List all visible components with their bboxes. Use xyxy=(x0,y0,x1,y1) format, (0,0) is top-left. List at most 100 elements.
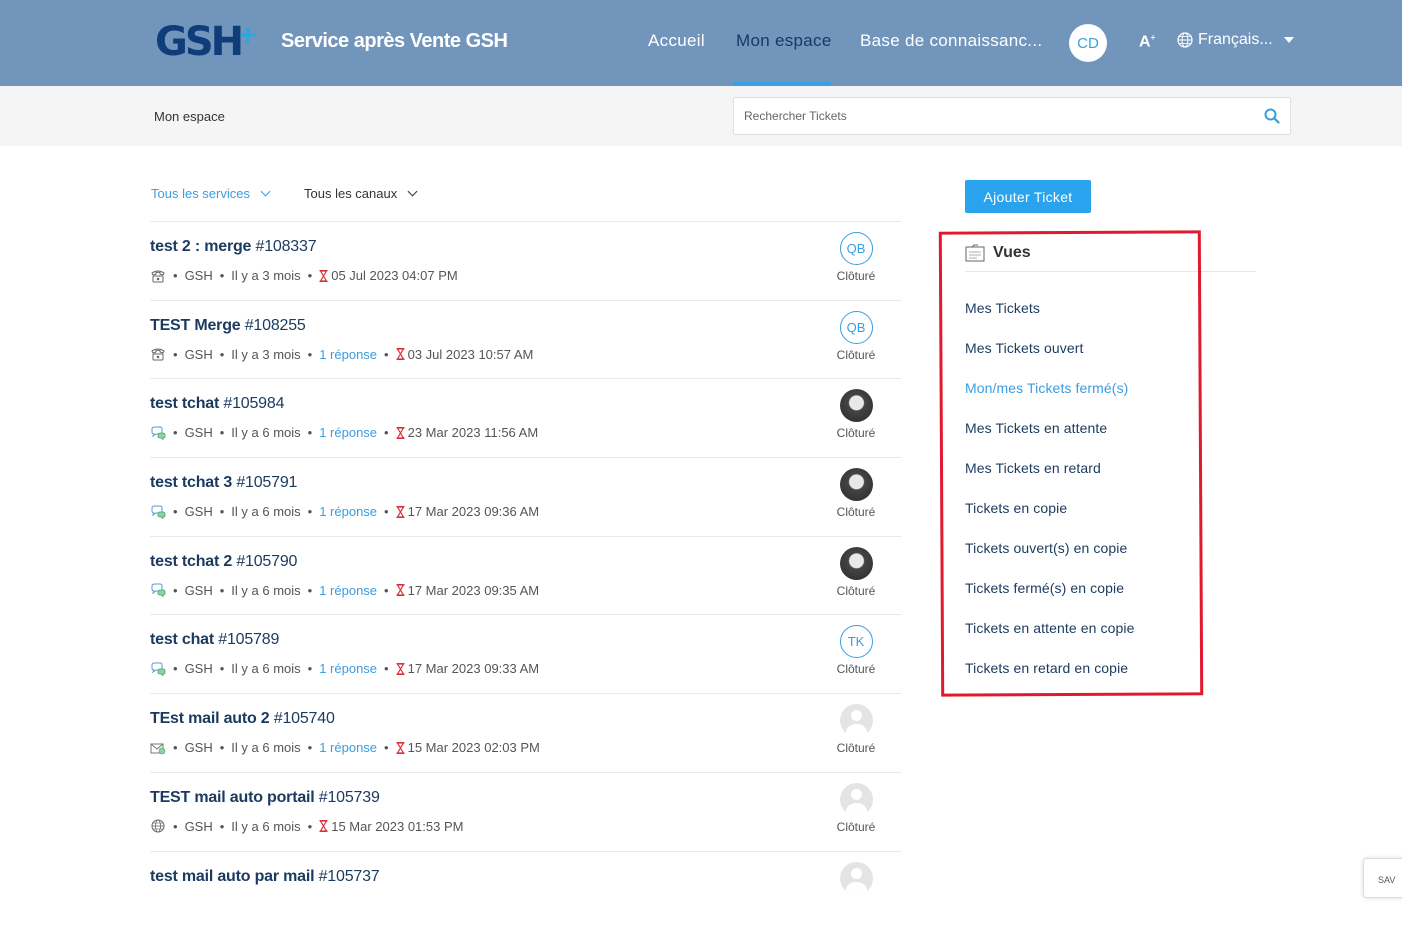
search-input[interactable] xyxy=(734,98,1234,134)
ticket-row[interactable]: TEst mail auto 2 #105740•GSH•Il y a 6 mo… xyxy=(150,693,901,772)
view-link[interactable]: Mes Tickets xyxy=(965,300,1040,316)
view-link[interactable]: Tickets en retard en copie xyxy=(965,660,1128,676)
ticket-title-link[interactable]: TEST mail auto portail #105739 xyxy=(150,789,380,807)
search-icon[interactable] xyxy=(1264,108,1280,124)
ticket-due-date: 03 Jul 2023 10:57 AM xyxy=(396,347,534,362)
ticket-due-text: 03 Jul 2023 10:57 AM xyxy=(408,347,534,362)
ticket-status: Clôturé xyxy=(834,547,878,598)
status-label: Clôturé xyxy=(834,662,878,676)
view-link[interactable]: Mon/mes Tickets fermé(s) xyxy=(965,380,1128,396)
ticket-row[interactable]: test tchat 2 #105790•GSH•Il y a 6 mois•1… xyxy=(150,536,901,615)
ticket-number: #105984 xyxy=(223,395,284,412)
view-link[interactable]: Mes Tickets ouvert xyxy=(965,340,1084,356)
ticket-replies-link[interactable]: 1 réponse xyxy=(319,740,377,755)
corner-widget-label: SAV xyxy=(1378,875,1395,885)
ticket-row[interactable]: test tchat 3 #105791•GSH•Il y a 6 mois•1… xyxy=(150,457,901,536)
ticket-row[interactable]: test 2 : merge #108337•GSH•Il y a 3 mois… xyxy=(150,221,901,300)
view-link[interactable]: Mes Tickets en attente xyxy=(965,420,1107,436)
ticket-due-date: 15 Mar 2023 02:03 PM xyxy=(396,740,540,755)
ticket-row[interactable]: test tchat #105984•GSH•Il y a 6 mois•1 r… xyxy=(150,378,901,457)
view-link[interactable]: Tickets fermé(s) en copie xyxy=(965,580,1124,596)
ticket-replies-link[interactable]: 1 réponse xyxy=(319,661,377,676)
ticket-number: #105739 xyxy=(319,789,380,806)
ticket-replies-link[interactable]: 1 réponse xyxy=(319,347,377,362)
nav-accueil[interactable]: Accueil xyxy=(648,31,705,51)
ticket-replies-link[interactable]: 1 réponse xyxy=(319,583,377,598)
ticket-department: GSH xyxy=(185,740,213,755)
ticket-title: TEST Merge xyxy=(150,317,240,334)
ticket-status: Clôturé xyxy=(834,704,878,755)
assignee-avatar[interactable]: QB xyxy=(840,232,873,265)
ticket-department: GSH xyxy=(185,819,213,834)
ticket-row[interactable]: test chat #105789 •GSH•Il y a 6 mois•1 ré… xyxy=(150,614,901,693)
assignee-avatar[interactable] xyxy=(840,468,873,501)
gsh-logo[interactable]: GSH + xyxy=(155,20,257,64)
ticket-row[interactable]: test mail auto par mail #105737 xyxy=(150,851,901,929)
assignee-avatar[interactable] xyxy=(840,862,873,895)
view-link[interactable]: Tickets en copie xyxy=(965,500,1067,516)
ticket-department: GSH xyxy=(185,583,213,598)
view-link[interactable]: Tickets ouvert(s) en copie xyxy=(965,540,1127,556)
corner-widget[interactable]: SAV xyxy=(1363,858,1402,898)
ticket-title-link[interactable]: test tchat #105984 xyxy=(150,395,284,413)
assignee-avatar[interactable]: TK xyxy=(840,625,873,658)
nav-base-connaissance[interactable]: Base de connaissanc... xyxy=(860,31,1042,51)
ticket-list: test 2 : merge #108337•GSH•Il y a 3 mois… xyxy=(150,221,901,929)
ticket-department: GSH xyxy=(185,347,213,362)
view-link[interactable]: Mes Tickets en retard xyxy=(965,460,1101,476)
ticket-number: #108255 xyxy=(245,317,306,334)
web-icon xyxy=(150,819,166,833)
assignee-avatar[interactable]: QB xyxy=(840,311,873,344)
ticket-replies-link[interactable]: 1 réponse xyxy=(319,504,377,519)
ticket-age: Il y a 3 mois xyxy=(231,347,300,362)
document-icon xyxy=(965,244,985,262)
chat-icon xyxy=(150,505,166,519)
status-label: Clôturé xyxy=(834,348,878,362)
ticket-due-text: 17 Mar 2023 09:36 AM xyxy=(408,504,540,519)
caret-down-icon xyxy=(1284,37,1294,43)
ticket-title-link[interactable]: test mail auto par mail #105737 xyxy=(150,868,379,886)
ticket-number: #108337 xyxy=(256,238,317,255)
ticket-title-link[interactable]: test tchat 2 #105790 xyxy=(150,553,297,571)
view-link[interactable]: Tickets en attente en copie xyxy=(965,620,1135,636)
channels-filter[interactable]: Tous les canaux xyxy=(304,186,416,201)
hourglass-icon xyxy=(319,270,328,282)
ticket-row[interactable]: TEST mail auto portail #105739•GSH•Il y … xyxy=(150,772,901,851)
hourglass-icon xyxy=(396,742,405,754)
assignee-avatar[interactable] xyxy=(840,783,873,816)
globe-icon xyxy=(1177,32,1193,48)
assignee-avatar[interactable] xyxy=(840,704,873,737)
ticket-number: #105740 xyxy=(274,710,335,727)
ticket-number: #105791 xyxy=(236,474,297,491)
chat-icon xyxy=(150,426,166,440)
hourglass-icon xyxy=(396,584,405,596)
ticket-age: Il y a 6 mois xyxy=(231,819,300,834)
ticket-title-link[interactable]: TEst mail auto 2 #105740 xyxy=(150,710,335,728)
ticket-due-text: 17 Mar 2023 09:35 AM xyxy=(408,583,540,598)
services-filter-label: Tous les services xyxy=(151,186,250,201)
assignee-avatar[interactable] xyxy=(840,547,873,580)
ticket-meta: •GSH•Il y a 6 mois•1 réponse•17 Mar 2023… xyxy=(150,661,539,676)
logo-text: GSH xyxy=(155,20,241,64)
language-selector[interactable]: Français... xyxy=(1177,31,1294,49)
add-ticket-button[interactable]: Ajouter Ticket xyxy=(965,180,1091,213)
breadcrumb: Mon espace xyxy=(154,109,225,124)
ticket-due-date: 05 Jul 2023 04:07 PM xyxy=(319,268,457,283)
ticket-title-link[interactable]: test tchat 3 #105791 xyxy=(150,474,297,492)
nav-mon-espace[interactable]: Mon espace xyxy=(736,31,832,51)
site-title[interactable]: Service après Vente GSH xyxy=(281,30,507,53)
views-panel: Vues Mes TicketsMes Tickets ouvertMon/me… xyxy=(965,240,1256,272)
font-size-icon[interactable]: A+ xyxy=(1139,33,1155,51)
ticket-department: GSH xyxy=(185,504,213,519)
ticket-row[interactable]: TEST Merge #108255•GSH•Il y a 3 mois•1 r… xyxy=(150,300,901,379)
ticket-title-link[interactable]: test 2 : merge #108337 xyxy=(150,238,316,256)
user-avatar[interactable]: CD xyxy=(1069,24,1107,62)
ticket-title-link[interactable]: test chat #105789 xyxy=(150,631,279,649)
ticket-replies-link[interactable]: 1 réponse xyxy=(319,425,377,440)
ticket-title-link[interactable]: TEST Merge #108255 xyxy=(150,317,306,335)
ticket-age: Il y a 6 mois xyxy=(231,661,300,676)
assignee-avatar[interactable] xyxy=(840,389,873,422)
hourglass-icon xyxy=(396,348,405,360)
sub-header: Mon espace xyxy=(0,86,1402,146)
services-filter[interactable]: Tous les services xyxy=(151,186,269,201)
